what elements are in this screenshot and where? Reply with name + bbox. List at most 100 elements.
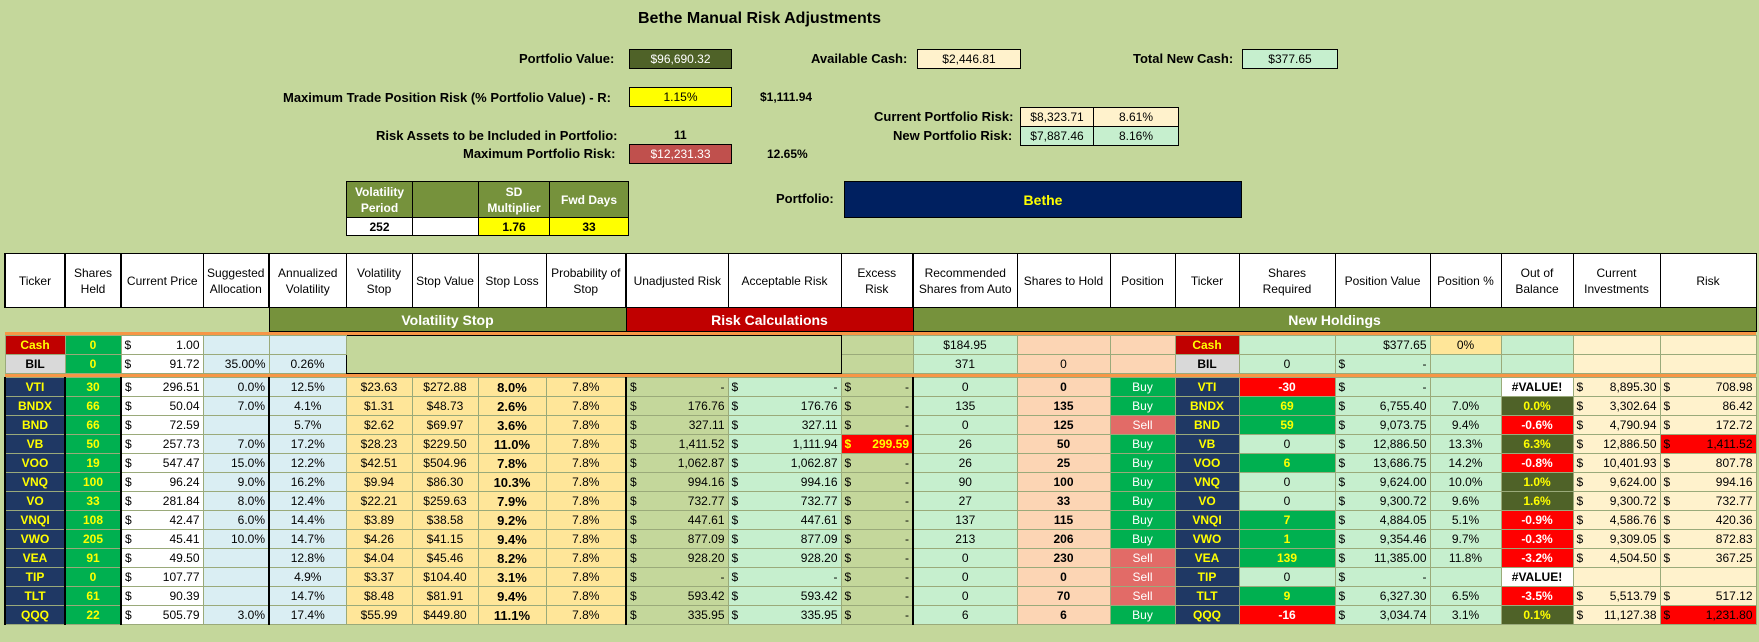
suggested-allocation-cell[interactable]: 3.0% [202,605,270,625]
suggested-allocation-cell[interactable]: 7.0% [202,434,270,454]
shares-held-cell[interactable]: 108 [64,510,122,530]
currency-symbol: $ [731,532,739,546]
currency-symbol: $ [1338,399,1346,413]
currency-symbol: $ [1576,589,1584,603]
excess-risk-cell-value: - [905,551,909,565]
ticker-cell[interactable]: VOO [4,453,66,473]
ticker-cell[interactable]: BIL [4,354,66,374]
suggested-allocation-cell[interactable]: 0.0% [202,377,270,397]
unadjusted-risk-cell-value: 928.20 [687,551,725,565]
sd-multiplier-value[interactable]: 1.76 [478,217,550,236]
shares-to-hold-cell[interactable]: 0 [1016,377,1111,397]
position-cell: Buy [1109,510,1176,530]
ticker-cell[interactable]: VTI [4,377,66,397]
shares-held-cell[interactable]: 33 [64,491,122,511]
risk-cell: $1,231.80 [1659,605,1757,625]
suggested-allocation-cell[interactable]: 10.0% [202,529,270,549]
ticker-cell[interactable]: BND [4,415,66,435]
ticker-cell[interactable]: TLT [4,586,66,606]
shares-to-hold-cell[interactable] [1016,335,1111,355]
shares-held-cell[interactable]: 0 [64,335,122,355]
max-trade-risk-pct[interactable]: 1.15% [629,87,732,107]
currency-symbol: $ [125,551,132,565]
ticker-cell[interactable]: VO [4,491,66,511]
current-price-cell-value: 281.84 [162,494,200,508]
suggested-allocation-cell[interactable]: 6.0% [202,510,270,530]
suggested-allocation-cell[interactable]: 15.0% [202,453,270,473]
shares-held-cell[interactable]: 19 [64,453,122,473]
current-price-cell-value: 1.00 [176,338,200,352]
table-row-bil: BIL 0 $91.72 35.00% 0.26% 371 0 BIL 0 $ - [4,354,1757,374]
stop-value-cell: $38.58 [411,510,479,530]
portfolio-value[interactable]: $96,690.32 [629,49,732,69]
suggested-allocation-cell[interactable]: 8.0% [202,491,270,511]
excess-risk-cell-value: - [905,608,909,622]
ticker-cell[interactable]: QQQ [4,605,66,625]
ticker-cell[interactable]: VNQI [4,510,66,530]
shares-to-hold-cell[interactable]: 230 [1016,548,1111,568]
acceptable-risk-cell: $447.61 [727,510,842,530]
shares-held-cell[interactable]: 30 [64,377,122,397]
current-risk-label: Current Portfolio Risk: [874,109,1014,124]
ticker-cell[interactable]: VB [4,434,66,454]
shares-to-hold-cell[interactable]: 100 [1016,472,1111,492]
suggested-allocation-cell[interactable] [202,586,270,606]
shares-to-hold-cell[interactable]: 0 [1016,354,1111,374]
shares-held-cell[interactable]: 61 [64,586,122,606]
shares-to-hold-cell[interactable]: 0 [1016,567,1111,587]
suggested-allocation-cell[interactable]: 35.00% [202,354,270,374]
vol-period-value[interactable]: 252 [346,217,413,236]
column-header: Risk [1659,253,1757,308]
shares-held-cell[interactable]: 91 [64,548,122,568]
stop-value-cell: $69.97 [411,415,479,435]
shares-held-cell[interactable]: 50 [64,434,122,454]
ticker-cell[interactable]: VEA [4,548,66,568]
current-price-cell-value: 42.47 [169,513,200,527]
shares-to-hold-cell[interactable]: 135 [1016,396,1111,416]
ticker-cell[interactable]: Cash [4,335,66,355]
acceptable-risk-cell: $ - [727,377,842,397]
shares-to-hold-cell[interactable]: 115 [1016,510,1111,530]
total-new-cash[interactable]: $377.65 [1242,49,1338,69]
unadjusted-risk-cell: $447.61 [625,510,729,530]
suggested-allocation-cell[interactable] [202,415,270,435]
shares-held-cell[interactable]: 22 [64,605,122,625]
shares-to-hold-cell[interactable]: 25 [1016,453,1111,473]
suggested-allocation-cell[interactable]: 9.0% [202,472,270,492]
shares-to-hold-cell[interactable]: 33 [1016,491,1111,511]
stop-loss-cell: 3.6% [477,415,547,435]
out-of-balance-cell: 1.0% [1500,472,1574,492]
suggested-allocation-cell[interactable] [202,567,270,587]
ticker-cell[interactable]: TIP [4,567,66,587]
risk-assets-count: 11 [674,128,687,142]
shares-to-hold-cell[interactable]: 125 [1016,415,1111,435]
unadjusted-risk-cell: $327.11 [625,415,729,435]
shares-to-hold-cell[interactable]: 70 [1016,586,1111,606]
unadjusted-risk-cell: $ - [625,377,729,397]
table-row: VNQI 108 $42.47 6.0% 14.4% $3.89 $38.58 9.2% 7.8… [4,510,1757,530]
suggested-allocation-cell[interactable] [202,335,270,355]
column-header: Volatility Stop [345,253,413,308]
available-cash[interactable]: $2,446.81 [917,49,1021,69]
annualized-volatility-cell: 4.9% [268,567,347,587]
shares-to-hold-cell[interactable]: 206 [1016,529,1111,549]
vol-blank-header [412,181,479,218]
ticker-cell[interactable]: VWO [4,529,66,549]
shares-required-cell: 0 [1238,567,1336,587]
shares-held-cell[interactable]: 205 [64,529,122,549]
shares-held-cell[interactable]: 0 [64,567,122,587]
portfolio-name[interactable]: Bethe [844,181,1242,218]
ticker-cell[interactable]: BNDX [4,396,66,416]
shares-held-cell[interactable]: 100 [64,472,122,492]
shares-held-cell[interactable]: 66 [64,396,122,416]
shares-to-hold-cell[interactable]: 6 [1016,605,1111,625]
shares-to-hold-cell[interactable]: 50 [1016,434,1111,454]
ticker-cell[interactable]: VNQ [4,472,66,492]
fwd-days-value[interactable]: 33 [549,217,629,236]
shares-held-cell[interactable]: 66 [64,415,122,435]
suggested-allocation-cell[interactable] [202,548,270,568]
suggested-allocation-cell[interactable]: 7.0% [202,396,270,416]
shares-held-cell[interactable]: 0 [64,354,122,374]
acceptable-risk-cell-value: 335.95 [800,608,838,622]
column-header: Position Value [1334,253,1431,308]
